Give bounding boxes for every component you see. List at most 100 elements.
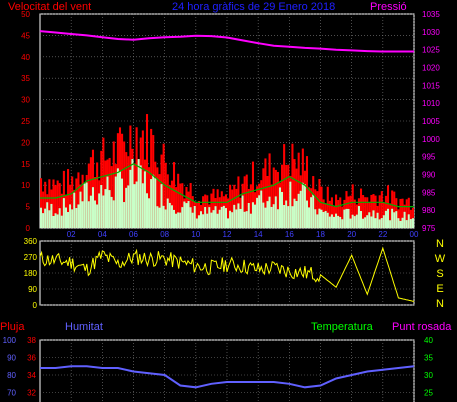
wind-average-bar — [401, 217, 404, 228]
wind-average-bar — [143, 171, 146, 228]
wind-average-bar — [100, 185, 103, 228]
temperature-label: Temperatura — [311, 321, 374, 333]
wind-average-bar — [62, 198, 65, 228]
wind-average-bar — [357, 206, 360, 228]
humidity-tick: 80 — [7, 371, 16, 380]
pressure-tick: 995 — [422, 153, 436, 162]
wind-average-bar — [125, 187, 128, 228]
wind-average-bar — [393, 212, 396, 228]
wind-average-bar — [98, 193, 101, 228]
wind-average-bar — [264, 207, 267, 228]
wind-average-bar — [183, 201, 186, 228]
wind-average-bar — [274, 196, 277, 228]
wind-average-bar — [281, 191, 284, 228]
wind-average-bar — [56, 214, 59, 228]
wind-average-bar — [268, 196, 271, 228]
wind-average-bar — [380, 218, 383, 228]
wind-average-bar — [195, 218, 198, 228]
temperature-axis: 40 35 30 25 — [424, 336, 433, 398]
wind-average-bar — [251, 202, 255, 228]
time-tick: 14 — [254, 230, 263, 239]
wind-average-bar — [332, 216, 336, 228]
wind-speed-tick: 35 — [21, 74, 30, 83]
wind-average-bar — [135, 181, 138, 228]
wind-average-bar — [112, 200, 115, 228]
wind-average-bar — [283, 205, 286, 228]
wind-average-bar — [40, 207, 43, 228]
wind-average-bar — [64, 207, 68, 228]
wind-average-bar — [297, 193, 300, 228]
wind-average-bar — [216, 213, 219, 228]
pressure-tick: 1010 — [422, 99, 440, 108]
wind-average-bar — [168, 202, 171, 228]
wind-average-bar — [407, 214, 410, 228]
wind-average-bar — [231, 212, 234, 228]
time-tick: 02 — [67, 230, 76, 239]
rain-label: Pluja — [0, 321, 25, 333]
wind-speed-tick: 50 — [21, 10, 30, 19]
wind-average-bar — [305, 200, 309, 228]
wind-average-bar — [121, 178, 124, 228]
wind-average-bar — [411, 218, 414, 228]
wind-average-bar — [310, 197, 313, 228]
wind-pressure-panel: 05101520253035404550 9759809859909951000… — [21, 10, 440, 239]
wind-average-bar — [52, 215, 55, 228]
compass-label: S — [436, 268, 443, 280]
temperature-tick: 35 — [424, 354, 433, 363]
time-tick: 18 — [316, 230, 325, 239]
wind-average-bar — [164, 209, 167, 228]
wind-average-bar — [368, 212, 371, 228]
wind-average-bar — [172, 209, 176, 228]
wind-average-bar — [386, 208, 390, 228]
time-tick: 16 — [285, 230, 294, 239]
wind-average-bar — [293, 198, 296, 228]
wind-average-bar — [212, 210, 215, 228]
wind-average-bar — [276, 209, 279, 228]
wind-average-bar — [114, 176, 117, 228]
wind-average-bar — [71, 209, 74, 228]
pressure-tick: 1020 — [422, 64, 440, 73]
wind-average-bar — [220, 206, 223, 228]
time-tick: 20 — [347, 230, 356, 239]
wind-average-bar — [341, 219, 344, 228]
wind-average-bar — [316, 214, 319, 228]
wind-average-bar — [374, 218, 377, 228]
wind-average-bar — [328, 216, 331, 228]
wind-average-bar — [254, 204, 257, 228]
wind-average-bar — [260, 190, 263, 228]
wind-average-bar — [42, 213, 45, 228]
wind-average-bar — [343, 209, 346, 228]
wind-average-bar — [208, 207, 211, 228]
compass-label: W — [435, 253, 446, 265]
wind-average-bar — [337, 215, 340, 228]
rain-tick: 38 — [27, 336, 36, 345]
wind-average-bar — [54, 213, 57, 228]
rain-tick: 32 — [27, 389, 36, 398]
humidity-axis: 100 90 80 70 — [3, 336, 17, 398]
pressure-tick: 985 — [422, 188, 436, 197]
pressure-label: Pressió — [370, 1, 407, 13]
wind-average-bar — [166, 198, 169, 228]
time-tick: 00 — [410, 230, 419, 239]
wind-average-bar — [214, 206, 217, 228]
time-tick: 08 — [160, 230, 169, 239]
wind-average-bar — [347, 208, 350, 228]
wind-average-bar — [204, 207, 207, 228]
humidity-tick: 100 — [3, 336, 17, 345]
wind-average-bar — [295, 201, 298, 228]
wind-average-bar — [308, 207, 311, 228]
wind-average-bar — [160, 184, 163, 228]
wind-average-bar — [397, 218, 400, 228]
wind-average-bar — [148, 198, 151, 228]
wind-average-bar — [79, 191, 82, 228]
wind-speed-tick: 45 — [21, 31, 30, 40]
wind-average-bar — [87, 201, 90, 228]
wind-average-bar — [395, 211, 398, 228]
pressure-tick: 1030 — [422, 28, 440, 37]
wind-speed-tick: 20 — [21, 138, 30, 147]
wind-average-bar — [158, 207, 161, 228]
wind-average-bar — [353, 216, 356, 228]
wind-average-bar — [154, 178, 157, 228]
direction-tick: 360 — [24, 237, 38, 246]
wind-average-bar — [245, 211, 248, 228]
